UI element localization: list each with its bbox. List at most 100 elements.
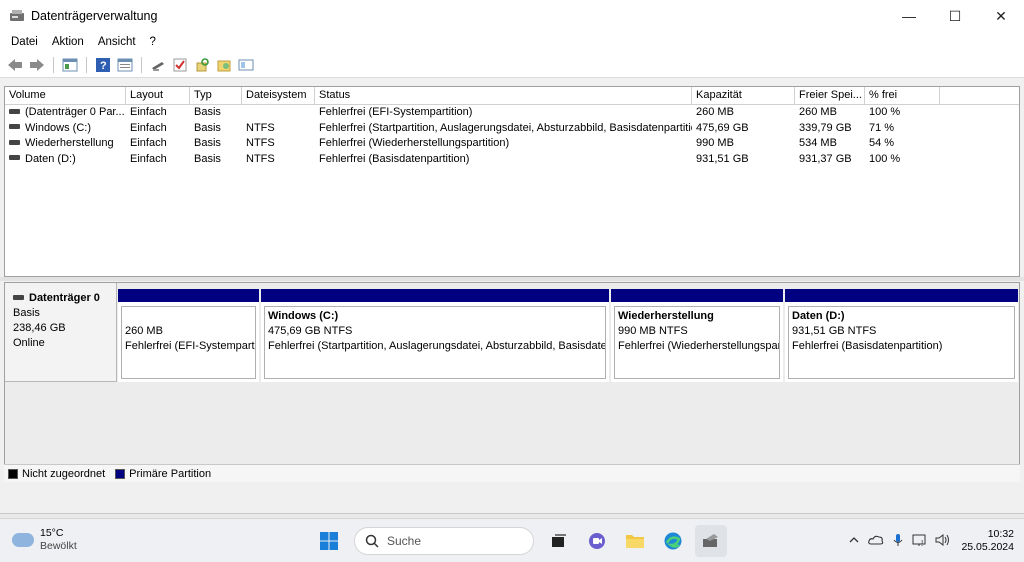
capacity-cell: 260 MB	[696, 106, 734, 118]
task-view-icon	[552, 534, 566, 547]
volume-list: Volume Layout Typ Dateisystem Status Kap…	[4, 86, 1020, 277]
drive-icon	[9, 108, 20, 114]
table-row[interactable]: (Datenträger 0 Par... Einfach Basis Fehl…	[5, 105, 1019, 121]
disk-name: Datenträger 0	[29, 292, 100, 304]
table-row[interactable]: Windows (C:) Einfach Basis NTFS Fehlerfr…	[5, 121, 1019, 137]
title-bar[interactable]: Datenträgerverwaltung — ☐ ✕	[0, 0, 1024, 32]
teams-chat-button[interactable]	[581, 525, 613, 557]
column-header-typ[interactable]: Typ	[190, 87, 242, 105]
cloud-icon	[12, 533, 34, 547]
partition-status: Fehlerfrei (EFI-Systempartition	[125, 339, 255, 352]
back-icon[interactable]	[4, 55, 26, 75]
type-cell: Basis	[194, 106, 221, 118]
legend-label: Nicht zugeordnet	[22, 467, 106, 480]
console-icon[interactable]	[235, 55, 257, 75]
menu-aktion[interactable]: Aktion	[45, 36, 91, 48]
disk-management-icon	[703, 534, 718, 547]
drive-icon	[9, 155, 20, 161]
column-header-empty	[940, 87, 1019, 105]
type-cell: Basis	[194, 121, 221, 134]
partition-efi[interactable]: 260 MB Fehlerfrei (EFI-Systempartition	[118, 289, 261, 382]
column-header-status[interactable]: Status	[315, 87, 692, 105]
percent-free-cell: 100 %	[869, 152, 901, 165]
partition-recovery[interactable]: Wiederherstellung 990 MB NTFS Fehlerfrei…	[611, 289, 785, 382]
column-header-volume[interactable]: Volume	[5, 87, 126, 105]
type-cell: Basis	[194, 152, 221, 165]
legend-swatch-unallocated	[8, 468, 18, 479]
partition-status: Fehlerfrei (Basisdatenpartition)	[792, 339, 943, 352]
system-tray: ! 10:32 25.05.2024	[843, 525, 1014, 557]
chat-icon	[589, 533, 605, 549]
legend: Nicht zugeordnet Primäre Partition	[4, 464, 1020, 482]
taskbar: 15°C Bewölkt Suche ! 10:32 25.05.2024	[0, 518, 1024, 562]
file-explorer-button[interactable]	[619, 525, 651, 557]
microphone-icon[interactable]	[887, 533, 909, 550]
capacity-cell: 475,69 GB	[696, 121, 749, 134]
volume-list-header: Volume Layout Typ Dateisystem Status Kap…	[5, 87, 1019, 105]
column-header-kapazitaet[interactable]: Kapazität	[692, 87, 795, 105]
layout-cell: Einfach	[130, 121, 167, 134]
volume-name: Daten (D:)	[25, 152, 76, 165]
partition-windows[interactable]: Windows (C:) 475,69 GB NTFS Fehlerfrei (…	[261, 289, 611, 382]
disk-management-taskbar-button[interactable]	[695, 525, 727, 557]
capacity-cell: 931,51 GB	[696, 152, 749, 165]
clock-date: 25.05.2024	[961, 541, 1014, 553]
volume-name: Windows (C:)	[25, 121, 92, 134]
maximize-button[interactable]: ☐	[932, 0, 978, 32]
search-placeholder: Suche	[387, 534, 422, 548]
menu-help[interactable]: ?	[143, 36, 163, 48]
toolbar: ?	[0, 52, 1024, 78]
check-icon[interactable]	[169, 55, 191, 75]
chevron-up-icon[interactable]	[843, 534, 865, 548]
partition-title	[125, 309, 252, 324]
disk-type: Basis	[13, 307, 40, 319]
folder-icon[interactable]	[213, 55, 235, 75]
toolbar-separator	[53, 56, 54, 73]
capacity-cell: 990 MB	[696, 137, 734, 149]
disk-info[interactable]: Datenträger 0 Basis 238,46 GB Online	[5, 283, 117, 382]
disk-graphical-view: Datenträger 0 Basis 238,46 GB Online 260…	[4, 282, 1020, 482]
column-header-freier-speicher[interactable]: Freier Spei...	[795, 87, 865, 105]
weather-description: Bewölkt	[40, 540, 77, 552]
menu-datei[interactable]: Datei	[4, 36, 45, 48]
taskbar-search-input[interactable]: Suche	[354, 527, 534, 555]
speaker-icon[interactable]	[931, 533, 953, 550]
search-icon	[365, 534, 379, 548]
partition-strip: 260 MB Fehlerfrei (EFI-Systempartition W…	[118, 289, 1018, 382]
status-cell: Fehlerfrei (Basisdatenpartition)	[319, 152, 470, 165]
start-button[interactable]	[313, 525, 345, 557]
free-space-cell: 339,79 GB	[799, 121, 852, 134]
help-icon[interactable]: ?	[92, 55, 114, 75]
windows-logo-icon	[320, 532, 338, 550]
properties-icon[interactable]	[59, 55, 81, 75]
column-header-layout[interactable]: Layout	[126, 87, 190, 105]
partition-size: 475,69 GB NTFS	[268, 325, 353, 337]
svg-text:!: !	[921, 539, 923, 547]
task-view-button[interactable]	[543, 525, 575, 557]
pane-splitter[interactable]	[0, 277, 1024, 281]
network-icon[interactable]: !	[909, 533, 931, 550]
taskbar-apps: Suche	[310, 525, 730, 557]
forward-icon[interactable]	[26, 55, 48, 75]
table-row[interactable]: Daten (D:) Einfach Basis NTFS Fehlerfrei…	[5, 152, 1019, 168]
refresh-icon[interactable]	[191, 55, 213, 75]
status-cell: Fehlerfrei (Startpartition, Auslagerungs…	[319, 121, 692, 134]
disk-state: Online	[13, 337, 45, 349]
edge-browser-button[interactable]	[657, 525, 689, 557]
onedrive-cloud-icon[interactable]	[865, 534, 887, 548]
table-row[interactable]: Wiederherstellung Einfach Basis NTFS Feh…	[5, 136, 1019, 152]
free-space-cell: 260 MB	[799, 106, 837, 118]
weather-widget[interactable]: 15°C Bewölkt	[12, 527, 77, 553]
clock[interactable]: 10:32 25.05.2024	[961, 528, 1014, 554]
view-icon[interactable]	[114, 55, 136, 75]
disk-icon[interactable]	[147, 55, 169, 75]
menu-ansicht[interactable]: Ansicht	[91, 36, 143, 48]
partition-daten[interactable]: Daten (D:) 931,51 GB NTFS Fehlerfrei (Ba…	[785, 289, 1018, 382]
minimize-button[interactable]: —	[886, 0, 932, 32]
column-header-prozent-frei[interactable]: % frei	[865, 87, 940, 105]
filesystem-cell	[242, 105, 315, 121]
legend-item: Primäre Partition	[115, 468, 211, 480]
close-button[interactable]: ✕	[978, 0, 1024, 32]
column-header-dateisystem[interactable]: Dateisystem	[242, 87, 315, 105]
drive-icon	[9, 139, 20, 145]
